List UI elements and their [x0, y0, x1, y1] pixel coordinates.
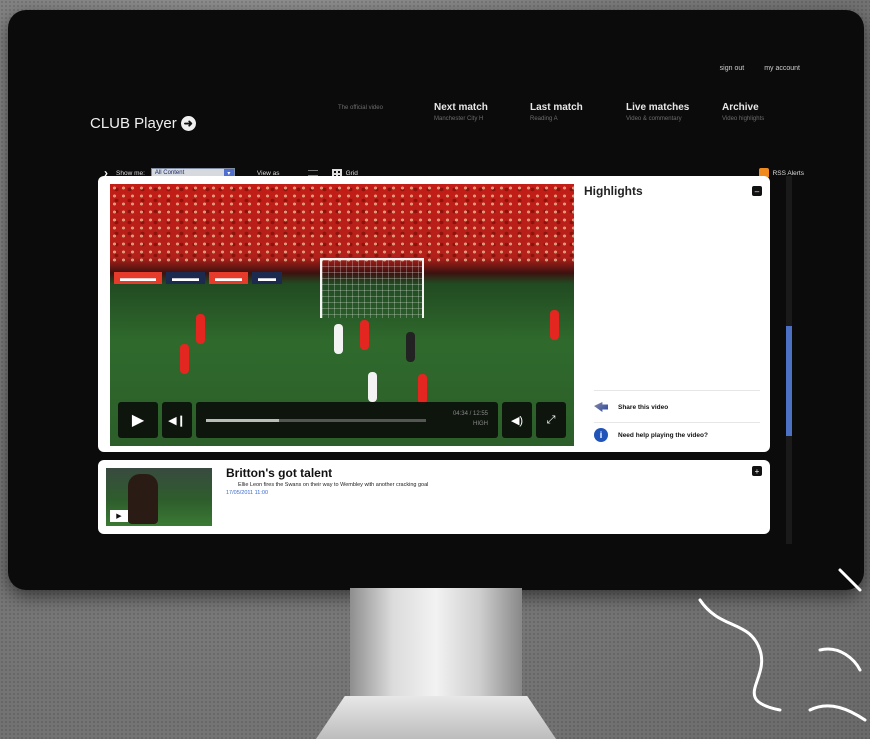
share-video-link[interactable]: Share this video — [594, 402, 668, 412]
nav-item-archive[interactable]: Archive Video highlights — [722, 102, 818, 122]
footballer — [418, 374, 427, 404]
my-account-link[interactable]: my account — [764, 65, 800, 72]
scroll-thumb[interactable] — [786, 326, 792, 436]
nav-sub: Video highlights — [722, 116, 765, 122]
nav-item-last-match[interactable]: Last match Reading A — [530, 102, 626, 122]
ad-board: ▬▬▬ — [209, 272, 248, 284]
monitor-stand — [350, 588, 522, 698]
volume-button[interactable]: ◀) — [502, 402, 532, 438]
player-controls: ▶ ◀❙ 04:34 / 12:55 HIGH ◀) ⤢ — [118, 402, 566, 438]
nav-sub: The official video — [338, 105, 383, 111]
minus-icon: – — [754, 186, 760, 196]
nav-label: Archive — [722, 102, 759, 113]
time-readout: 04:34 / 12:55 HIGH — [453, 409, 488, 429]
highlights-sidebar: Highlights – Share this video i Need hel… — [584, 184, 766, 446]
sign-out-link[interactable]: sign out — [720, 65, 745, 72]
collapse-button[interactable]: – — [752, 186, 762, 196]
progress-bar[interactable] — [206, 418, 426, 422]
divider — [594, 422, 760, 423]
fullscreen-button[interactable]: ⤢ — [536, 402, 566, 438]
nav-item-next-match[interactable]: Next match Manchester City H — [434, 102, 530, 122]
nav-sub: Reading A — [530, 116, 558, 122]
goal-net — [320, 258, 424, 318]
arrow-circle-icon: ➜ — [180, 116, 196, 131]
nav-label: Live matches — [626, 102, 690, 113]
play-button[interactable]: ▶ — [118, 402, 158, 438]
nav-item-official[interactable]: The official video — [338, 102, 434, 122]
item-description: Ellie Leon fires the Swans on their way … — [238, 482, 429, 488]
rewind-button[interactable]: ◀❙ — [162, 402, 192, 438]
logo-text: CLUB Player — [90, 115, 177, 132]
divider — [594, 390, 760, 391]
video-player[interactable]: ▬▬▬▬ ▬▬▬ ▬▬▬ ▬▬ ▶ ◀❙ 04:34 / 12:55 HIGH — [110, 184, 574, 446]
play-icon: ▶ — [131, 412, 145, 429]
plus-icon: + — [754, 466, 760, 476]
highlights-title: Highlights — [584, 184, 643, 198]
list-item[interactable]: ▶ Britton's got talent Ellie Leon fires … — [98, 460, 770, 534]
seek-track[interactable]: 04:34 / 12:55 HIGH — [196, 402, 498, 438]
progress-fill — [206, 418, 279, 422]
top-links: sign out my account — [720, 65, 800, 72]
footballer — [368, 372, 377, 402]
ad-board: ▬▬▬▬ — [114, 272, 162, 284]
footballer — [360, 320, 369, 350]
footballer — [196, 314, 205, 344]
ad-board: ▬▬▬ — [166, 272, 205, 284]
info-icon: i — [594, 428, 608, 442]
goalkeeper — [406, 332, 415, 362]
share-label: Share this video — [618, 403, 669, 411]
crowd-image — [110, 184, 574, 264]
nav-label: Next match — [434, 102, 488, 113]
share-icon — [594, 402, 608, 412]
nav-item-live-matches[interactable]: Live matches Video & commentary — [626, 102, 722, 122]
scrollbar[interactable] — [786, 176, 792, 544]
video-thumbnail[interactable]: ▶ — [106, 468, 212, 526]
nav-sub: Video & commentary — [626, 116, 682, 122]
ad-board: ▬▬ — [252, 272, 282, 284]
footballer — [334, 324, 343, 354]
club-banner — [54, 62, 514, 88]
time-current: 04:34 / 12:55 — [452, 411, 488, 417]
thumbnail-figure — [128, 474, 158, 524]
item-title[interactable]: Britton's got talent — [226, 466, 332, 480]
fullscreen-icon: ⤢ — [546, 413, 556, 426]
nav-label: Last match — [530, 102, 583, 113]
expand-button[interactable]: + — [752, 466, 762, 476]
club-player-logo[interactable]: CLUB Player ➜ — [90, 115, 196, 132]
play-icon: ▶ — [110, 510, 128, 522]
nav-sub: Manchester City H — [434, 116, 484, 122]
volume-icon: ◀) — [510, 414, 524, 427]
footballer — [180, 344, 189, 374]
help-link[interactable]: i Need help playing the video? — [594, 428, 708, 442]
item-date: 17/05/2011 11:00 — [226, 490, 269, 496]
help-label: Need help playing the video? — [618, 431, 708, 439]
main-nav: The official video Next match Manchester… — [338, 102, 818, 122]
video-panel: ▬▬▬▬ ▬▬▬ ▬▬▬ ▬▬ ▶ ◀❙ 04:34 / 12:55 HIGH — [98, 176, 770, 452]
hand-drawn-scribble — [698, 568, 867, 722]
rewind-icon: ◀❙ — [168, 414, 186, 427]
time-quality: HIGH — [473, 421, 488, 427]
footballer — [550, 310, 559, 340]
monitor-base — [316, 696, 556, 739]
